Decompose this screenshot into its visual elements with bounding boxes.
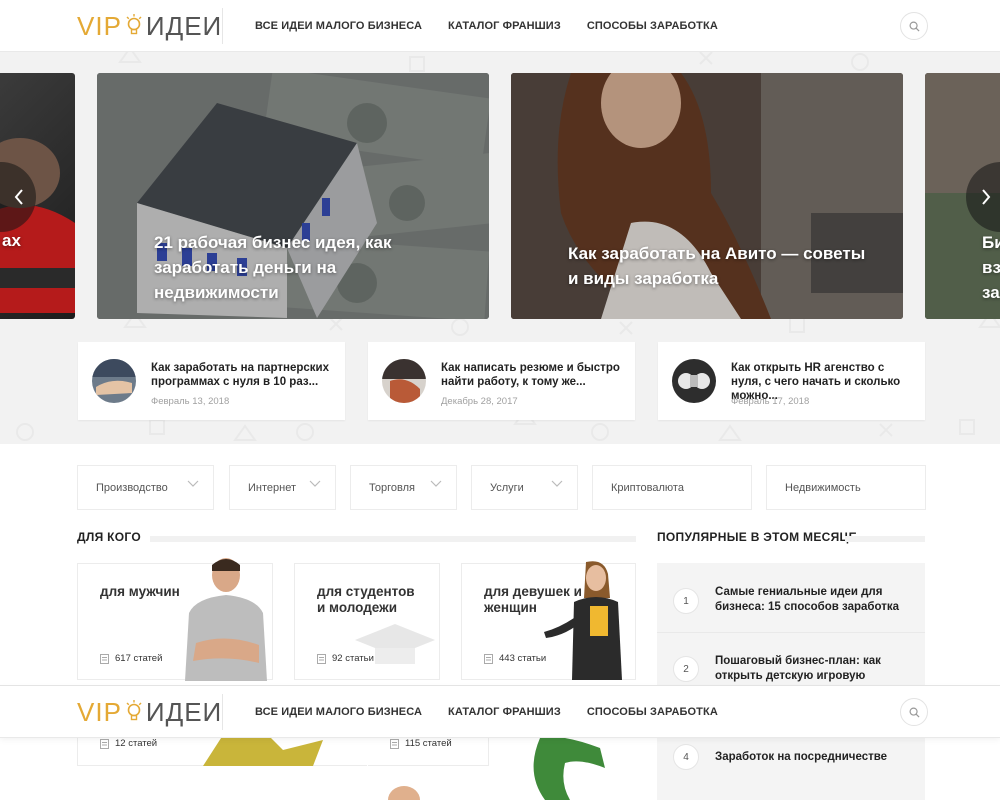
section-divider <box>150 536 636 542</box>
count-text: 443 статьи <box>499 653 547 664</box>
document-icon <box>100 738 109 749</box>
slide-avito[interactable]: Как заработать на Авито — советы и виды … <box>511 73 903 319</box>
article-date: Февраль 17, 2018 <box>731 396 810 407</box>
search-icon <box>909 707 920 718</box>
nav-item-earning[interactable]: СПОСОБЫ ЗАРАБОТКА <box>587 20 718 32</box>
filter-label: Производство <box>96 481 168 494</box>
who-card-title: для студентов и молодежи <box>317 584 415 615</box>
who-card-count: 443 статьи <box>484 653 546 664</box>
article-card[interactable]: Как открыть HR агенство с нуля, с чего н… <box>658 342 925 420</box>
popular-item-title[interactable]: Заработок на посредничестве <box>715 750 915 765</box>
logo-vip: VIP <box>77 10 122 41</box>
site-header: VIP ИДЕИ ВСЕ ИДЕИ МАЛОГО БИЗНЕСА КАТАЛОГ… <box>0 0 1000 52</box>
document-icon <box>390 738 399 749</box>
sticky-header: VIP ИДЕИ ВСЕ ИДЕИ МАЛОГО БИЗНЕСА КАТАЛОГ… <box>0 686 1000 738</box>
hero-area: ах 21 рабочая бизнес идея, как заработат… <box>0 52 1000 444</box>
section-title-who: ДЛЯ КОГО <box>77 530 141 544</box>
header-divider <box>222 8 223 44</box>
nav-item-franchise[interactable]: КАТАЛОГ ФРАНШИЗ <box>448 706 561 718</box>
who-card-count: 617 статей <box>100 653 162 664</box>
filter-label: Торговля <box>369 481 415 494</box>
logo-vip: VIP <box>77 696 122 727</box>
who-card-title: для мужчин <box>100 584 180 599</box>
nav-item-franchise[interactable]: КАТАЛОГ ФРАНШИЗ <box>448 20 561 32</box>
resume-thumbnail <box>382 359 426 403</box>
lightbulb-icon <box>126 14 142 35</box>
rank-badge: 1 <box>673 588 699 614</box>
phone-image <box>533 738 605 800</box>
rank-badge: 2 <box>673 656 699 682</box>
article-card[interactable]: Как заработать на партнерских программах… <box>78 342 345 420</box>
chevron-down-icon <box>187 480 199 487</box>
article-title[interactable]: Как заработать на партнерских программах… <box>151 361 335 389</box>
filter-label: Интернет <box>248 481 296 494</box>
graduation-cap-image <box>355 624 435 664</box>
count-text: 115 статей <box>405 738 452 749</box>
main-nav: ВСЕ ИДЕИ МАЛОГО БИЗНЕСА КАТАЛОГ ФРАНШИЗ … <box>255 686 744 738</box>
puzzle-thumbnail <box>672 359 716 403</box>
filter-label: Услуги <box>490 481 524 494</box>
count-text: 617 статей <box>115 653 163 664</box>
woman-image <box>544 561 622 680</box>
popular-list: 1 Самые гениальные идеи для бизнеса: 15 … <box>657 563 925 800</box>
search-button[interactable] <box>900 12 928 40</box>
chevron-left-icon <box>14 189 23 205</box>
article-card[interactable]: Как написать резюме и быстро найти работ… <box>368 342 635 420</box>
article-date: Декабрь 28, 2017 <box>441 396 518 407</box>
slide-caption: Как заработать на Авито — советы и виды … <box>568 244 866 288</box>
man-image <box>185 558 267 681</box>
search-button[interactable] <box>900 698 928 726</box>
slide-caption: 21 рабочая бизнес идея, как заработать д… <box>154 233 392 302</box>
who-card-count: 12 статей <box>100 738 157 749</box>
who-card-women[interactable]: для девушек и женщин 443 статьи <box>461 561 636 680</box>
nav-item-earning[interactable]: СПОСОБЫ ЗАРАБОТКА <box>587 706 718 718</box>
document-icon <box>317 653 326 664</box>
list-separator <box>657 632 925 633</box>
slide-caption: Би вз за <box>982 233 1000 302</box>
who-card-count: 115 статей <box>390 738 452 749</box>
chevron-down-icon <box>551 480 563 487</box>
chevron-down-icon <box>309 480 321 487</box>
article-title[interactable]: Как написать резюме и быстро найти работ… <box>441 361 625 389</box>
filter-label: Криптовалюта <box>611 481 684 494</box>
section-title-popular: ПОПУЛЯРНЫЕ В ЭТОМ МЕСЯЦЕ <box>657 530 857 544</box>
person-head-image <box>388 786 420 800</box>
filter-services[interactable]: Услуги <box>471 465 578 510</box>
who-card-men[interactable]: для мужчин 617 статей <box>77 558 273 681</box>
nav-item-ideas[interactable]: ВСЕ ИДЕИ МАЛОГО БИЗНЕСА <box>255 706 422 718</box>
lightbulb-icon <box>126 700 142 721</box>
rank-badge: 4 <box>673 744 699 770</box>
article-date: Февраль 13, 2018 <box>151 396 230 407</box>
filter-trade[interactable]: Торговля <box>350 465 457 510</box>
filter-crypto[interactable]: Криптовалюта <box>592 465 752 510</box>
slide-real-estate[interactable]: 21 рабочая бизнес идея, как заработать д… <box>97 73 489 319</box>
logo-idei: ИДЕИ <box>145 10 223 41</box>
logo-idei: ИДЕИ <box>145 696 223 727</box>
logo[interactable]: VIP ИДЕИ <box>77 10 222 42</box>
header-divider <box>222 694 223 730</box>
nav-item-ideas[interactable]: ВСЕ ИДЕИ МАЛОГО БИЗНЕСА <box>255 20 422 32</box>
filter-internet[interactable]: Интернет <box>229 465 336 510</box>
filter-realty[interactable]: Недвижимость <box>766 465 926 510</box>
filter-label: Недвижимость <box>785 481 861 494</box>
who-card-students[interactable]: для студентов и молодежи 92 статьи <box>294 563 440 680</box>
section-divider <box>845 536 925 542</box>
chevron-down-icon <box>430 480 442 487</box>
main-nav: ВСЕ ИДЕИ МАЛОГО БИЗНЕСА КАТАЛОГ ФРАНШИЗ … <box>255 0 744 52</box>
count-text: 12 статей <box>115 738 158 749</box>
popular-item-title[interactable]: Самые гениальные идеи для бизнеса: 15 сп… <box>715 585 915 615</box>
filter-production[interactable]: Производство <box>77 465 214 510</box>
handshake-thumbnail <box>92 359 136 403</box>
document-icon <box>100 653 109 664</box>
search-icon <box>909 21 920 32</box>
chevron-right-icon <box>982 189 991 205</box>
document-icon <box>484 653 493 664</box>
logo[interactable]: VIP ИДЕИ <box>77 696 222 728</box>
